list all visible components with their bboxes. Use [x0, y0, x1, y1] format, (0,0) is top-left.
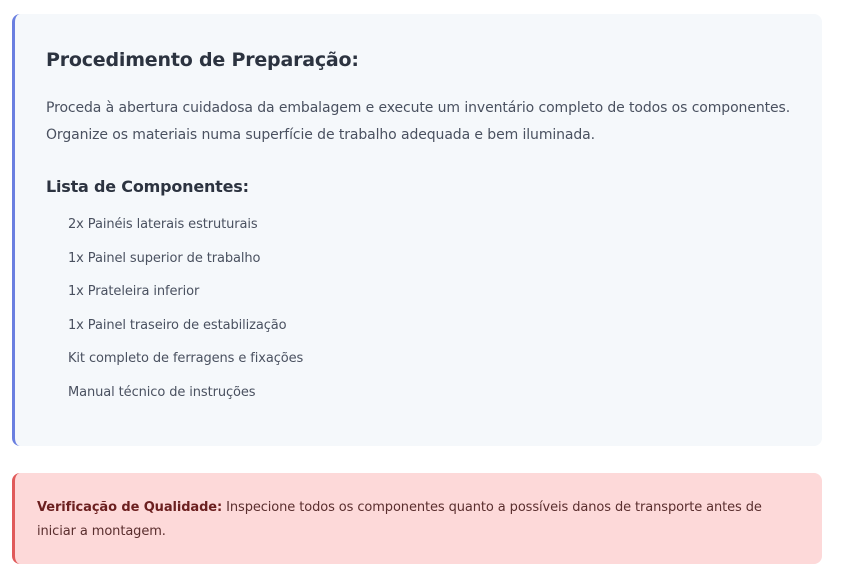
component-item: 1x Painel superior de trabalho	[68, 250, 261, 266]
preparation-paragraph-line-2: Organize os materiais numa superfície de…	[46, 127, 596, 143]
preparation-card: Procedimento de Preparação: Proceda à ab…	[12, 14, 822, 446]
component-item: Manual técnico de instruções	[68, 384, 256, 400]
quality-warning-card: Verificação de Qualidade: Inspecione tod…	[12, 473, 822, 564]
component-item: 1x Prateleira inferior	[68, 284, 200, 299]
preparation-title: Procedimento de Preparação:	[46, 49, 359, 71]
component-item: Kit completo de ferragens e fixações	[68, 351, 304, 366]
components-title: Lista de Componentes:	[46, 177, 249, 196]
preparation-paragraph: Proceda à abertura cuidadosa da embalage…	[46, 95, 792, 149]
page: Procedimento de Preparação: Proceda à ab…	[0, 0, 866, 579]
component-item: 1x Painel traseiro de estabilização	[68, 317, 287, 333]
component-item: 2x Painéis laterais estruturais	[68, 217, 258, 232]
preparation-paragraph-line-1: Proceda à abertura cuidadosa da embalage…	[46, 100, 791, 116]
components-list: 2x Painéis laterais estruturais 1x Paine…	[46, 215, 792, 416]
warning-label: Verificação de Qualidade:	[37, 500, 223, 515]
